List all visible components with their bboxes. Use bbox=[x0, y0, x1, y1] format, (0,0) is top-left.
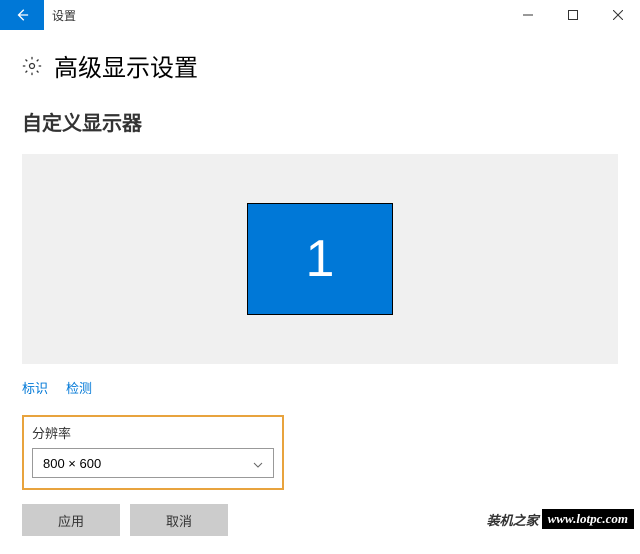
display-links: 标识 检测 bbox=[22, 378, 618, 397]
section-title: 自定义显示器 bbox=[22, 107, 618, 136]
maximize-icon bbox=[568, 10, 578, 20]
watermark: 装机之家 www.lotpc.com bbox=[487, 509, 634, 529]
resolution-group: 分辨率 800 × 600 bbox=[22, 415, 284, 490]
close-button[interactable] bbox=[595, 0, 640, 30]
apply-button[interactable]: 应用 bbox=[22, 504, 120, 536]
gear-icon bbox=[22, 56, 42, 76]
minimize-icon bbox=[523, 10, 533, 20]
app-title: 设置 bbox=[44, 0, 505, 30]
detect-link[interactable]: 检测 bbox=[66, 378, 92, 397]
monitor-1[interactable]: 1 bbox=[247, 203, 393, 315]
page-header: 高级显示设置 bbox=[22, 48, 618, 83]
watermark-en: www.lotpc.com bbox=[542, 509, 634, 529]
identify-link[interactable]: 标识 bbox=[22, 378, 48, 397]
monitor-number: 1 bbox=[306, 229, 335, 289]
resolution-value: 800 × 600 bbox=[43, 456, 101, 471]
page-title: 高级显示设置 bbox=[54, 48, 198, 83]
resolution-dropdown[interactable]: 800 × 600 bbox=[32, 448, 274, 478]
titlebar: 设置 bbox=[0, 0, 640, 30]
cancel-button[interactable]: 取消 bbox=[130, 504, 228, 536]
content: 高级显示设置 自定义显示器 1 标识 检测 分辨率 800 × 600 应用 取… bbox=[0, 30, 640, 554]
close-icon bbox=[613, 10, 623, 20]
arrow-left-icon bbox=[15, 8, 29, 22]
monitor-preview-area: 1 bbox=[22, 154, 618, 364]
minimize-button[interactable] bbox=[505, 0, 550, 30]
maximize-button[interactable] bbox=[550, 0, 595, 30]
resolution-label: 分辨率 bbox=[32, 423, 274, 442]
back-button[interactable] bbox=[0, 0, 44, 30]
chevron-down-icon bbox=[253, 456, 263, 471]
watermark-cn: 装机之家 bbox=[487, 510, 539, 529]
window-controls bbox=[505, 0, 640, 30]
